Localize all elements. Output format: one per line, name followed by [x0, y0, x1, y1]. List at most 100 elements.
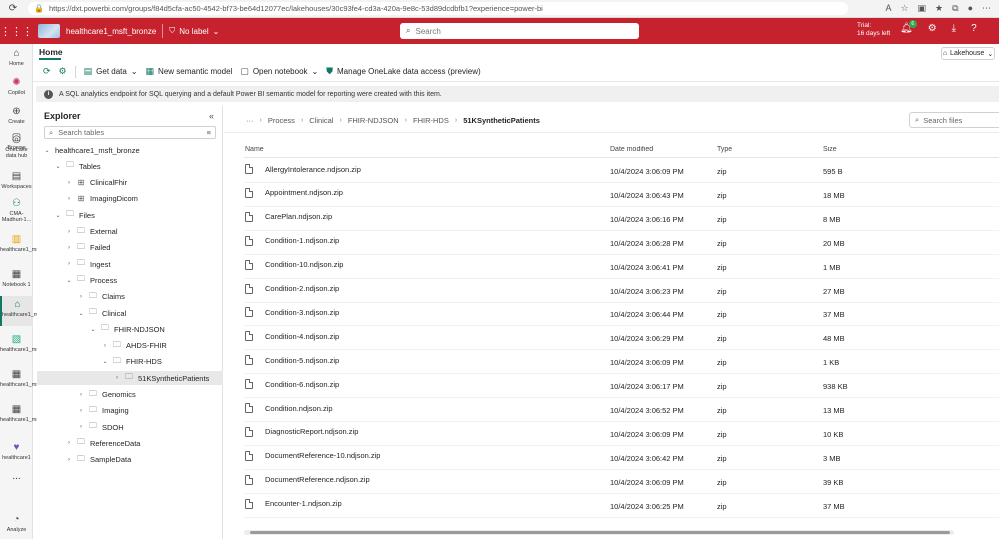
table-row[interactable]: AllergyIntolerance.ndjson.zip 10/4/2024 3… — [244, 159, 999, 183]
rail-item-onelake[interactable]: ◎ OneLake data hub — [0, 134, 33, 159]
chevron-down-icon[interactable]: ⌄ — [101, 358, 109, 365]
refresh-icon[interactable]: ⟳ — [6, 2, 20, 16]
file-name-cell[interactable]: DocumentReference-10.ndjson.zip — [245, 450, 595, 461]
file-name-cell[interactable]: Condition-5.ndjson.zip — [245, 355, 595, 366]
get-data-button[interactable]: ▤ Get data ⌄ — [84, 66, 138, 77]
tree-item[interactable]: › 🗀 ReferenceData — [37, 436, 223, 450]
column-header-name[interactable]: Name — [245, 146, 595, 153]
collapse-icon[interactable]: « — [209, 111, 214, 121]
table-row[interactable]: Condition-5.ndjson.zip 10/4/2024 3:06:09 … — [244, 350, 999, 375]
read-aloud-icon[interactable]: A — [885, 3, 891, 14]
table-row[interactable]: CarePlan.ndjson.zip 10/4/2024 3:06:16 PM z… — [244, 207, 999, 231]
tree-item[interactable]: ⌄ 🗀 Tables — [37, 159, 223, 173]
table-row[interactable]: Condition-1.ndjson.zip 10/4/2024 3:06:28 … — [244, 231, 999, 255]
address-bar[interactable]: 🔒 https://dxt.powerbi.com/groups/f84d5cf… — [28, 2, 848, 15]
tree-item[interactable]: › 🗀 Ingest — [37, 257, 223, 271]
tree-item[interactable]: ⌄ 🗀 FHIR-NDJSON — [37, 322, 223, 336]
chevron-right-icon[interactable]: › — [65, 261, 73, 267]
rail-item-cma[interactable]: ⚇ CMA-Madhuri-1... — [0, 198, 33, 223]
table-row[interactable]: Condition.ndjson.zip 10/4/2024 3:06:52 PM… — [244, 398, 999, 422]
file-name-cell[interactable]: Condition-10.ndjson.zip — [245, 259, 595, 270]
chevron-right-icon[interactable]: › — [65, 196, 73, 202]
file-name-cell[interactable]: AllergyIntolerance.ndjson.zip — [245, 164, 595, 174]
rail-item-workspaces[interactable]: ▤ Workspaces — [0, 171, 33, 190]
file-name-cell[interactable]: CarePlan.ndjson.zip — [245, 211, 595, 222]
file-name-cell[interactable]: Condition-1.ndjson.zip — [245, 235, 595, 246]
tree-item[interactable]: › 🗀 SampleData — [37, 453, 223, 467]
tree-item[interactable]: › 🗀 AHDS-FHIR — [37, 339, 223, 353]
rail-item-healthcare1[interactable]: ♥ healthcare1 — [0, 442, 33, 461]
chevron-down-icon[interactable]: ⌄ — [77, 310, 85, 317]
rail-item-analyze[interactable]: ◔ Analyze — [0, 514, 33, 533]
chevron-down-icon[interactable]: ⌄ — [65, 277, 73, 284]
filter-icon[interactable]: ≡ — [207, 128, 211, 137]
rail-item-copilot[interactable]: ✺ Copilot — [0, 77, 33, 96]
tab-home[interactable]: Home — [39, 47, 63, 57]
horizontal-scrollbar[interactable] — [244, 530, 954, 535]
tree-item[interactable]: › ⊞ ImagingDicom — [37, 192, 223, 206]
table-row[interactable]: DocumentReference.ndjson.zip 10/4/2024 3:… — [244, 470, 999, 494]
rail-item-healthcare-cma[interactable]: ▥ healthcare1_msft_cma — [0, 234, 56, 253]
tree-item[interactable]: › ⊞ ClinicalFhir — [37, 176, 223, 190]
file-name-cell[interactable]: Condition-3.ndjson.zip — [245, 307, 595, 318]
column-header-size[interactable]: Size — [823, 146, 903, 153]
notifications-button[interactable]: 🔔︎ 6 — [900, 20, 917, 34]
tree-item[interactable]: › 🗀 SDOH — [37, 420, 223, 434]
rail-more[interactable]: ... — [0, 472, 33, 482]
chevron-down-icon[interactable]: ⌄ — [54, 163, 62, 170]
global-search-input[interactable]: ⌕ Search — [400, 23, 639, 39]
favorite-icon[interactable]: ☆ — [900, 3, 908, 14]
table-row[interactable]: Condition-10.ndjson.zip 10/4/2024 3:06:41… — [244, 255, 999, 279]
tree-item[interactable]: › 🗀 51KSyntheticPatients — [37, 371, 223, 386]
table-row[interactable]: Condition-4.ndjson.zip 10/4/2024 3:06:29 … — [244, 326, 999, 351]
refresh-button[interactable]: ⟳ — [43, 66, 51, 77]
chevron-right-icon[interactable]: › — [77, 408, 85, 414]
file-name-cell[interactable]: DocumentReference.ndjson.zip — [245, 474, 595, 485]
chevron-right-icon[interactable]: › — [65, 245, 73, 251]
file-name-cell[interactable]: Condition-4.ndjson.zip — [245, 331, 595, 342]
settings-button[interactable]: ⚙ — [59, 66, 67, 77]
split-screen-icon[interactable]: ▣ — [918, 3, 927, 14]
chevron-down-icon[interactable]: ⌄ — [43, 147, 51, 154]
more-icon[interactable]: ⋯ — [982, 3, 991, 14]
scrollbar-thumb[interactable] — [250, 531, 950, 534]
file-name-cell[interactable]: Condition-6.ndjson.zip — [245, 379, 595, 390]
manage-access-button[interactable]: ⛊ Manage OneLake data access (preview) — [326, 66, 480, 77]
breadcrumb-item[interactable]: Process — [268, 116, 295, 125]
tree-item[interactable]: › 🗀 Genomics — [37, 388, 223, 402]
table-row[interactable]: DiagnosticReport.ndjson.zip 10/4/2024 3:0… — [244, 422, 999, 446]
rail-item-notebook[interactable]: ▦ Notebook 1 — [0, 269, 33, 288]
rail-item-healthcare-bronze[interactable]: ⌂ healthcare1_msft_bronze — [0, 296, 64, 326]
chevron-right-icon[interactable]: › — [65, 457, 73, 463]
table-row[interactable]: Appointment.ndjson.zip 10/4/2024 3:06:43 … — [244, 183, 999, 207]
chevron-right-icon[interactable]: › — [65, 440, 73, 446]
lakehouse-switcher[interactable]: ⌂ Lakehouse ⌄ — [941, 47, 995, 60]
table-row[interactable]: Condition-3.ndjson.zip 10/4/2024 3:06:44 … — [244, 302, 999, 327]
chevron-right-icon[interactable]: › — [77, 392, 85, 398]
tree-item[interactable]: › 🗀 Failed — [37, 241, 223, 255]
breadcrumb-item[interactable]: Clinical — [309, 116, 333, 125]
download-icon[interactable]: ⤓ — [952, 23, 956, 34]
collections-icon[interactable]: ⧉ — [952, 3, 958, 14]
file-name-cell[interactable]: Encounter-1.ndjson.zip — [245, 498, 595, 509]
new-semantic-model-button[interactable]: ▦ New semantic model — [146, 66, 233, 77]
tree-item[interactable]: › 🗀 External — [37, 225, 223, 239]
tree-item[interactable]: ⌄ 🗀 Process — [37, 273, 223, 287]
table-search-input[interactable]: ⌕ Search tables ≡ — [44, 126, 216, 139]
tree-item[interactable]: › 🗀 Claims — [37, 290, 223, 304]
rail-item-healthcare-cma-2[interactable]: ▧ healthcare1_msft_cma — [0, 334, 56, 353]
rail-item-home[interactable]: ⌂ Home — [0, 48, 33, 67]
tree-item[interactable]: › 🗀 Imaging — [37, 404, 223, 418]
column-header-date[interactable]: Date modified — [610, 146, 710, 153]
workspace-name[interactable]: healthcare1_msft_bronze — [66, 27, 156, 36]
tree-item[interactable]: ⌄ healthcare1_msft_bronze — [37, 143, 223, 157]
tree-item[interactable]: ⌄ 🗀 FHIR-HDS — [37, 355, 223, 369]
help-icon[interactable]: ? — [971, 23, 977, 34]
chevron-right-icon[interactable]: › — [77, 424, 85, 430]
rail-item-create[interactable]: ⊕ Create — [0, 106, 33, 125]
sensitivity-label[interactable]: ⛉ No label ⌄ — [169, 26, 219, 36]
column-header-type[interactable]: Type — [717, 146, 797, 153]
tree-item[interactable]: ⌄ 🗀 Files — [37, 208, 223, 222]
chevron-right-icon[interactable]: › — [65, 180, 73, 186]
breadcrumb-item[interactable]: FHIR-HDS — [413, 116, 449, 125]
